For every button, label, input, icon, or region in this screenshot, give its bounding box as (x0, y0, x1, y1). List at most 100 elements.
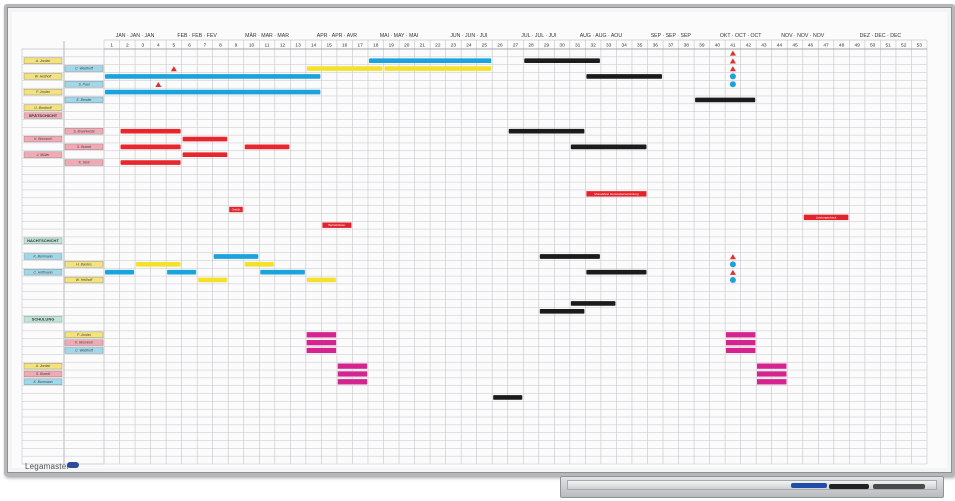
week-number: 1 (110, 43, 113, 49)
schedule-bar (105, 89, 321, 95)
triangle-marker-icon (729, 269, 736, 275)
triangle-marker-icon (729, 66, 736, 72)
week-number: 41 (730, 43, 736, 49)
week-number: 15 (326, 43, 332, 49)
week-number: 31 (575, 43, 581, 49)
schedule-bar (524, 58, 600, 64)
week-number: 34 (622, 43, 628, 49)
training-block (756, 362, 787, 370)
week-number: 51 (886, 43, 892, 49)
week-number: 39 (699, 43, 705, 49)
month-label: MAI · MAY · MAI (380, 33, 418, 39)
section-label-text: NACHTSCHICHT (27, 238, 59, 243)
name-card-text: H. Backes (76, 262, 92, 266)
schedule-bar (105, 74, 321, 79)
name-card-text: C. Weidhoff (75, 67, 94, 71)
week-number: 8 (219, 43, 222, 49)
triangle-marker-icon (170, 66, 177, 72)
schedule-bar (539, 254, 600, 259)
marker-tray (560, 476, 944, 498)
brand-logo: Legamaster (25, 462, 70, 471)
week-number: 29 (544, 43, 550, 49)
eraser-icon[interactable] (873, 484, 925, 489)
planning-board: JAN · JAN · JAN FEB · FEB · FEV MÄR · MAR … (4, 4, 955, 476)
name-card-text: S. Brandt (77, 145, 92, 149)
dot-marker-icon (729, 276, 736, 283)
week-number: 19 (389, 43, 395, 49)
name-card-text: A. Jordan (35, 364, 51, 368)
event-tag-text: Betriebsfeier (329, 223, 346, 227)
week-number: 53 (917, 43, 923, 49)
week-number: 16 (342, 43, 348, 49)
week-number: 20 (404, 43, 410, 49)
training-block (306, 339, 337, 346)
name-card-text: W. Hellhoff (76, 278, 94, 282)
black-marker-icon[interactable] (829, 484, 869, 489)
training-block (725, 331, 756, 338)
schedule-bar (368, 58, 492, 64)
schedule-bar (695, 97, 756, 103)
schedule-bar (570, 144, 647, 150)
name-card-text: C. Weidhoff (75, 349, 94, 353)
name-card-text: S. Brannwede (73, 129, 94, 133)
training-block (306, 331, 337, 338)
dot-marker-icon (729, 261, 736, 268)
month-label: AUG · AUG · AOU (580, 33, 623, 39)
week-number: 7 (204, 43, 207, 49)
name-card-text: P. Jordan (77, 333, 91, 337)
week-number: 12 (280, 43, 286, 49)
schedule-bar (539, 308, 585, 314)
schedule-bar (384, 66, 492, 71)
week-number: 37 (668, 43, 674, 49)
event-tag-text: Leistungscheck (816, 215, 837, 219)
schedule-bar (120, 144, 181, 150)
triangle-marker-icon (155, 81, 162, 87)
event-tag-text: Monatsfest Generalversammlung (594, 192, 639, 196)
training-block (337, 362, 368, 370)
week-number: 32 (590, 43, 596, 49)
week-number: 2 (126, 43, 129, 49)
schedule-bar (306, 277, 336, 283)
name-card-text: W. Hellhoff (35, 75, 53, 79)
name-card-text: S. Paul (79, 82, 90, 86)
section-label-text: SPÄTSCHICHT (29, 113, 58, 118)
schedule-bar (120, 160, 181, 165)
triangle-marker-icon (729, 254, 736, 260)
schedule-bar (198, 277, 228, 283)
week-number: 27 (513, 43, 519, 49)
name-card-text: K. Stoll (79, 161, 90, 165)
week-number: 43 (761, 43, 767, 49)
event-tag-text: Ostlöh (232, 207, 241, 211)
week-number: 17 (358, 43, 364, 49)
month-label: JUL · JUL · JUI (521, 33, 556, 39)
schedule-bar (244, 262, 274, 267)
week-number: 3 (141, 43, 144, 49)
week-number: 23 (451, 43, 457, 49)
schedule-bar (136, 262, 181, 267)
week-number: 22 (435, 43, 441, 49)
blue-marker-icon[interactable] (791, 483, 827, 488)
week-number: 42 (746, 43, 752, 49)
name-card-text: J. Müller (36, 153, 51, 157)
training-block (756, 370, 787, 378)
month-label: JUN · JUN · JUI (450, 33, 487, 39)
week-number: 18 (373, 43, 379, 49)
year-planner-grid: JAN · JAN · JAN FEB · FEB · FEV MÄR · MAR … (21, 32, 928, 465)
week-number: 28 (528, 43, 534, 49)
week-number: 5 (173, 43, 176, 49)
training-block (756, 378, 787, 385)
dot-marker-icon (729, 81, 736, 88)
training-block (337, 378, 368, 385)
training-block (725, 347, 756, 354)
month-label: NOV · NOV · NOV (781, 33, 824, 39)
name-card-text: K. Borrmann (33, 380, 52, 384)
training-block (306, 347, 337, 354)
week-number: 50 (870, 43, 876, 49)
name-card-text: A. Jordan (35, 59, 51, 63)
week-number: 11 (265, 43, 270, 49)
name-card-text: K. Borrmann (33, 255, 52, 259)
week-number: 52 (901, 43, 907, 49)
schedule-bar (213, 254, 259, 259)
week-number: 9 (235, 43, 238, 49)
schedule-bar (167, 269, 197, 275)
